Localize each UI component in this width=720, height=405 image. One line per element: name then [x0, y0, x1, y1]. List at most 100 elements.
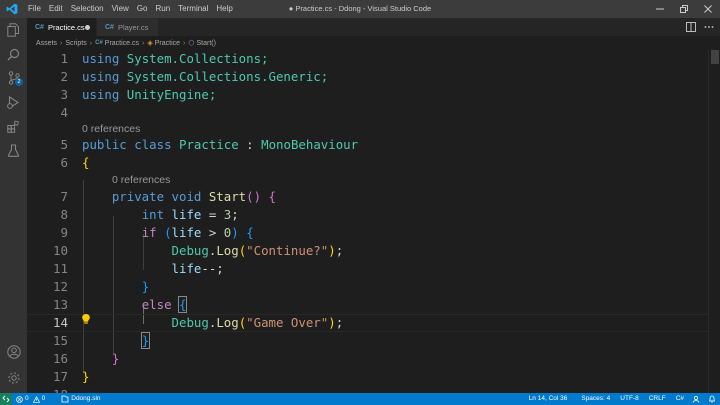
source-control-button[interactable]: 2 [0, 66, 27, 90]
code-line: 5 public class Practice : MonoBehaviour [27, 136, 708, 154]
menu-bar: File Edit Selection View Go Run Terminal… [24, 0, 237, 18]
class-symbol-icon: ◈ [147, 40, 153, 47]
remote-button[interactable] [0, 393, 12, 405]
code-text: using System.Collections; [82, 51, 269, 66]
code-line: 8 int life = 3; [27, 206, 708, 224]
menu-go[interactable]: Go [133, 0, 152, 18]
status-bar: 0 0 Ddong.sln Ln 14, Col 36 Spaces: 4 UT… [0, 393, 720, 405]
extensions-button[interactable] [0, 114, 27, 138]
code-text: using UnityEngine; [82, 87, 217, 102]
line-number: 17 [52, 369, 68, 384]
source-control-badge: 2 [15, 78, 23, 86]
tab-player-cs[interactable]: C# Player.cs [97, 18, 159, 36]
code-text: { [82, 155, 90, 170]
line-number: 7 [60, 189, 68, 204]
code-line: 3 using UnityEngine; [27, 86, 708, 104]
line-number: 6 [60, 155, 68, 170]
code-text: if (life > 0) { [141, 225, 254, 240]
code-text: Debug.Log("Game Over"); [171, 315, 344, 330]
notifications-button[interactable] [704, 395, 720, 403]
code-editor[interactable]: 1 using System.Collections; 2 using Syst… [27, 50, 708, 402]
menu-help[interactable]: Help [212, 0, 236, 18]
breadcrumb-scripts[interactable]: Scripts [65, 40, 86, 47]
solution-status[interactable]: Ddong.sln [57, 393, 104, 405]
solution-icon [61, 395, 69, 403]
code-line: 12 } [27, 278, 708, 296]
line-number: 2 [60, 69, 68, 84]
tab-practice-cs[interactable]: C# Practice.cs [27, 18, 97, 36]
code-line: 1 using System.Collections; [27, 50, 708, 68]
codelens-references[interactable]: 0 references [112, 172, 170, 188]
menu-run[interactable]: Run [151, 0, 174, 18]
menu-file[interactable]: File [24, 0, 45, 18]
code-text: life--; [171, 261, 224, 276]
eol-status[interactable]: CRLF [645, 393, 670, 405]
code-text: else { [141, 296, 188, 313]
codelens-references[interactable]: 0 references [82, 121, 140, 137]
window-controls [648, 0, 720, 18]
test-button[interactable] [0, 138, 27, 162]
encoding-status[interactable]: UTF-8 [616, 393, 642, 405]
menu-selection[interactable]: Selection [67, 0, 108, 18]
remote-icon [2, 395, 10, 403]
breadcrumb-method[interactable]: Start() [197, 40, 216, 47]
error-icon [16, 395, 23, 403]
code-line: 6 { [27, 154, 708, 172]
split-editor-icon[interactable] [686, 22, 696, 32]
run-debug-button[interactable] [0, 90, 27, 114]
code-text: } [141, 279, 150, 294]
search-button[interactable] [0, 42, 27, 66]
vscode-logo-icon [0, 0, 24, 18]
minimize-button[interactable] [648, 0, 672, 18]
menu-terminal[interactable]: Terminal [174, 0, 212, 18]
vertical-scrollbar[interactable] [708, 50, 720, 393]
breadcrumb-file[interactable]: Practice.cs [105, 40, 139, 47]
files-icon [7, 23, 19, 37]
restore-button[interactable] [672, 0, 696, 18]
code-line: 16 } [27, 350, 708, 368]
close-button[interactable] [696, 0, 720, 18]
close-icon [704, 5, 712, 13]
code-text: int life = 3; [141, 207, 239, 222]
accounts-button[interactable] [0, 340, 27, 364]
solution-name: Ddong.sln [71, 395, 101, 402]
menu-view[interactable]: View [108, 0, 133, 18]
line-number: 9 [60, 225, 68, 240]
code-text: public class Practice : MonoBehaviour [82, 137, 359, 152]
status-bar-right: Ln 14, Col 36 Spaces: 4 UTF-8 CRLF C# [525, 393, 720, 405]
chevron-right-icon: › [183, 39, 186, 47]
line-number: 12 [52, 279, 68, 294]
restore-icon [680, 5, 688, 13]
breadcrumb-assets[interactable]: Assets [36, 40, 57, 47]
feedback-icon [692, 395, 700, 403]
menu-edit[interactable]: Edit [45, 0, 67, 18]
code-text: using System.Collections.Generic; [82, 69, 329, 84]
lightbulb-icon[interactable] [81, 313, 91, 325]
code-line-current: 14 Debug.Log("Game Over"); [27, 314, 708, 332]
tab-label: Practice.cs [47, 22, 85, 32]
scrollbar-thumb[interactable] [711, 50, 719, 64]
chevron-right-icon: › [142, 39, 145, 47]
explorer-button[interactable] [0, 18, 27, 42]
line-number: 5 [60, 137, 68, 152]
tab-label: Player.cs [117, 22, 149, 32]
csharp-file-icon: C# [105, 23, 114, 31]
error-count: 0 [25, 395, 29, 402]
unsaved-dot-icon[interactable] [85, 24, 90, 30]
account-icon [6, 345, 21, 359]
code-line: 11 life--; [27, 260, 708, 278]
manage-button[interactable] [0, 366, 27, 390]
bell-icon [709, 395, 715, 403]
code-line: 15 } [27, 332, 708, 350]
method-symbol-icon: ⬡ [188, 40, 195, 47]
line-number: 14 [52, 315, 68, 330]
indentation-status[interactable]: Spaces: 4 [577, 393, 614, 405]
cursor-position[interactable]: Ln 14, Col 36 [525, 393, 572, 405]
more-actions-icon[interactable] [704, 22, 714, 32]
problems-status[interactable]: 0 0 [12, 393, 49, 405]
language-mode[interactable]: C# [672, 393, 688, 405]
breadcrumb-class[interactable]: Practice [155, 40, 180, 47]
editor-tab-bar: C# Practice.cs C# Player.cs [27, 18, 720, 36]
search-icon [7, 48, 20, 60]
feedback-button[interactable] [688, 395, 704, 403]
